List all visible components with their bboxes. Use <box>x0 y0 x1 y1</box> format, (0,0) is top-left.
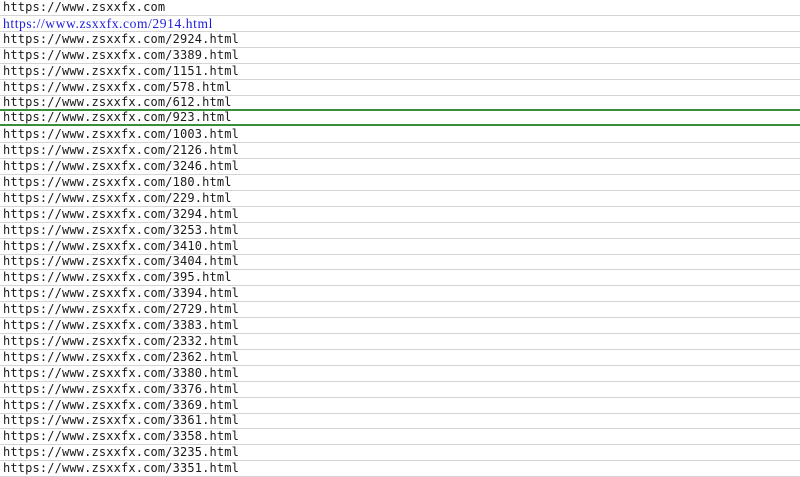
url-cell: https://www.zsxxfx.com/3404.html <box>3 254 239 268</box>
sheet-row[interactable]: https://www.zsxxfx.com/2924.html <box>0 32 800 48</box>
sheet-row[interactable]: https://www.zsxxfx.com/3246.html <box>0 159 800 175</box>
sheet-row[interactable]: https://www.zsxxfx.com/1151.html <box>0 64 800 80</box>
url-cell: https://www.zsxxfx.com/2362.html <box>3 350 239 364</box>
url-cell: https://www.zsxxfx.com/3253.html <box>3 223 239 237</box>
url-cell: https://www.zsxxfx.com/3361.html <box>3 413 239 427</box>
url-cell: https://www.zsxxfx.com/612.html <box>3 95 232 109</box>
sheet-row[interactable]: https://www.zsxxfx.com <box>0 0 800 16</box>
url-cell: https://www.zsxxfx.com/2332.html <box>3 334 239 348</box>
url-cell: https://www.zsxxfx.com/2729.html <box>3 302 239 316</box>
sheet-row[interactable]: https://www.zsxxfx.com/3253.html <box>0 223 800 239</box>
sheet-row[interactable]: https://www.zsxxfx.com/3351.html <box>0 461 800 477</box>
sheet-row[interactable]: https://www.zsxxfx.com/3394.html <box>0 286 800 302</box>
url-cell: https://www.zsxxfx.com/3389.html <box>3 48 239 62</box>
sheet-row[interactable]: https://www.zsxxfx.com/2914.html <box>0 16 800 32</box>
url-cell: https://www.zsxxfx.com <box>3 0 166 14</box>
sheet-row[interactable]: https://www.zsxxfx.com/3294.html <box>0 207 800 223</box>
url-cell: https://www.zsxxfx.com/3235.html <box>3 445 239 459</box>
hyperlink-cell[interactable]: https://www.zsxxfx.com/2914.html <box>3 16 213 31</box>
url-cell: https://www.zsxxfx.com/3380.html <box>3 366 239 380</box>
sheet-row[interactable]: https://www.zsxxfx.com/3410.html <box>0 239 800 255</box>
url-cell: https://www.zsxxfx.com/578.html <box>3 80 232 94</box>
url-cell: https://www.zsxxfx.com/1151.html <box>3 64 239 78</box>
sheet-row[interactable]: https://www.zsxxfx.com/3376.html <box>0 382 800 398</box>
url-cell: https://www.zsxxfx.com/2126.html <box>3 143 239 157</box>
sheet-row[interactable]: https://www.zsxxfx.com/180.html <box>0 175 800 191</box>
url-cell: https://www.zsxxfx.com/3246.html <box>3 159 239 173</box>
url-cell: https://www.zsxxfx.com/3410.html <box>3 239 239 253</box>
url-cell: https://www.zsxxfx.com/3369.html <box>3 398 239 412</box>
sheet-row[interactable]: https://www.zsxxfx.com/395.html <box>0 270 800 286</box>
sheet-row[interactable]: https://www.zsxxfx.com/3404.html <box>0 254 800 270</box>
selected-cell-row[interactable]: https://www.zsxxfx.com/923.html <box>0 109 800 126</box>
sheet-row[interactable]: https://www.zsxxfx.com/3389.html <box>0 48 800 64</box>
sheet-row[interactable]: https://www.zsxxfx.com/2729.html <box>0 302 800 318</box>
url-cell: https://www.zsxxfx.com/3394.html <box>3 286 239 300</box>
url-cell: https://www.zsxxfx.com/180.html <box>3 175 232 189</box>
sheet-row[interactable]: https://www.zsxxfx.com/3361.html <box>0 413 800 429</box>
sheet-row[interactable]: https://www.zsxxfx.com/3383.html <box>0 318 800 334</box>
url-cell: https://www.zsxxfx.com/3358.html <box>3 429 239 443</box>
url-cell: https://www.zsxxfx.com/923.html <box>3 110 232 124</box>
sheet-row[interactable]: https://www.zsxxfx.com/2362.html <box>0 350 800 366</box>
sheet-row[interactable]: https://www.zsxxfx.com/2332.html <box>0 334 800 350</box>
sheet-row[interactable]: https://www.zsxxfx.com/578.html <box>0 80 800 96</box>
url-cell: https://www.zsxxfx.com/3294.html <box>3 207 239 221</box>
sheet-row[interactable]: https://www.zsxxfx.com/3358.html <box>0 429 800 445</box>
sheet-row[interactable]: https://www.zsxxfx.com/3369.html <box>0 398 800 414</box>
sheet-row[interactable]: https://www.zsxxfx.com/3380.html <box>0 366 800 382</box>
url-cell: https://www.zsxxfx.com/2924.html <box>3 32 239 46</box>
sheet-row[interactable]: https://www.zsxxfx.com/1003.html <box>0 127 800 143</box>
spreadsheet-column: https://www.zsxxfx.com https://www.zsxxfx… <box>0 0 800 477</box>
sheet-row[interactable]: https://www.zsxxfx.com/229.html <box>0 191 800 207</box>
url-cell: https://www.zsxxfx.com/3383.html <box>3 318 239 332</box>
sheet-row[interactable]: https://www.zsxxfx.com/3235.html <box>0 445 800 461</box>
url-cell: https://www.zsxxfx.com/395.html <box>3 270 232 284</box>
url-cell: https://www.zsxxfx.com/3376.html <box>3 382 239 396</box>
sheet-row[interactable]: https://www.zsxxfx.com/2126.html <box>0 143 800 159</box>
url-cell: https://www.zsxxfx.com/229.html <box>3 191 232 205</box>
url-cell: https://www.zsxxfx.com/1003.html <box>3 127 239 141</box>
url-cell: https://www.zsxxfx.com/3351.html <box>3 461 239 475</box>
